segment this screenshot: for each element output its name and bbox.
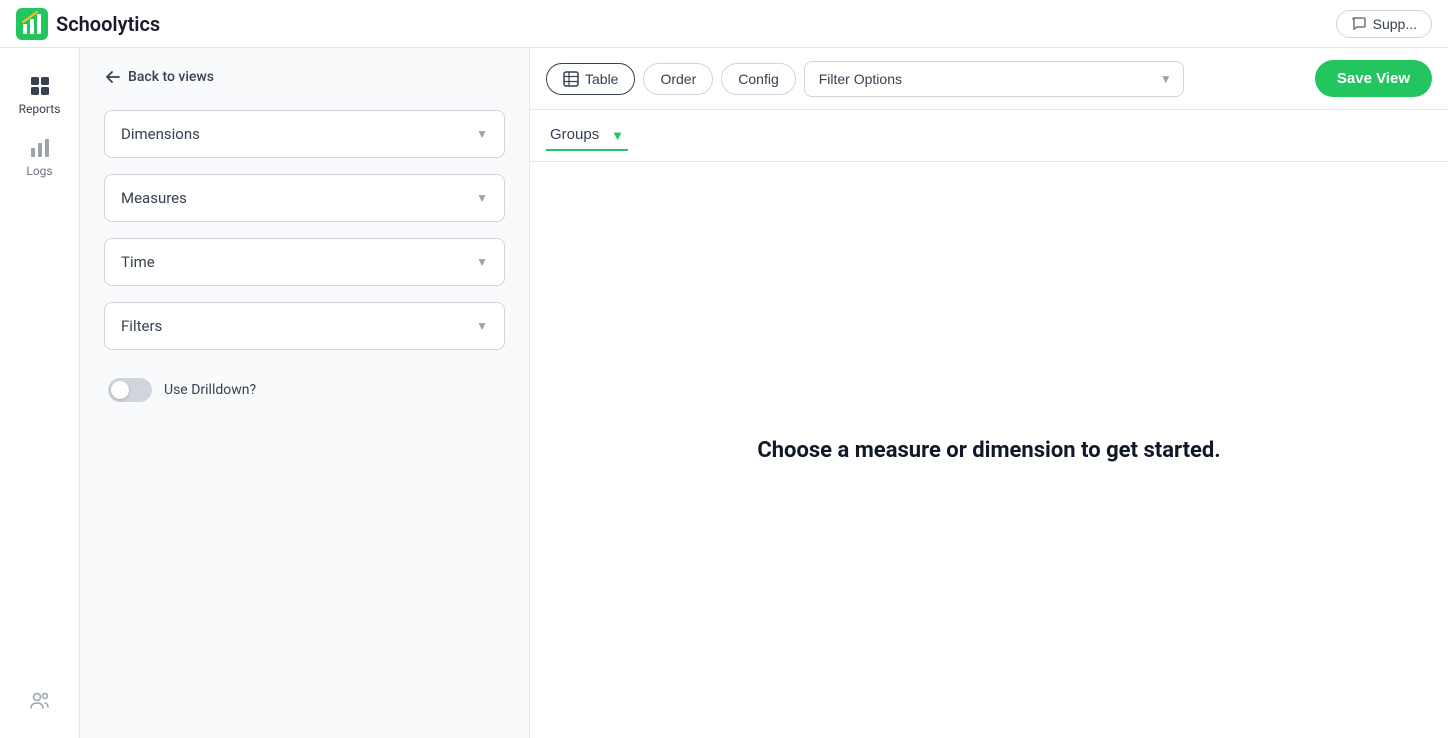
toolbar: Table Order Config Filter Options ▼ Save… [530, 48, 1448, 110]
sidebar-item-reports[interactable]: Reports [4, 64, 76, 126]
grid-icon [28, 74, 52, 98]
logo-text: Schoolytics [56, 12, 160, 36]
groups-select[interactable]: Groups [546, 120, 628, 151]
measures-chevron: ▼ [476, 191, 488, 205]
filter-options-wrapper: Filter Options ▼ [804, 61, 1184, 97]
time-label: Time [121, 253, 155, 271]
tab-order-label: Order [660, 71, 696, 87]
sidebar-item-users[interactable] [4, 678, 76, 722]
back-link-label: Back to views [128, 69, 214, 85]
tab-config[interactable]: Config [721, 63, 795, 95]
right-panel: Table Order Config Filter Options ▼ Save… [530, 48, 1448, 738]
empty-state: Choose a measure or dimension to get sta… [530, 162, 1448, 738]
filters-label: Filters [121, 317, 162, 335]
table-icon [563, 71, 579, 87]
dimensions-dropdown[interactable]: Dimensions ▼ [104, 110, 505, 158]
dimensions-label: Dimensions [121, 125, 200, 143]
drilldown-toggle[interactable] [108, 378, 152, 402]
arrow-left-icon [104, 68, 122, 86]
sidebar-item-reports-label: Reports [19, 102, 61, 116]
top-nav: Schoolytics Supp... [0, 0, 1448, 48]
groups-select-wrapper: Groups ▼ [546, 120, 628, 151]
save-view-button[interactable]: Save View [1315, 60, 1432, 97]
filters-chevron: ▼ [476, 319, 488, 333]
time-chevron: ▼ [476, 255, 488, 269]
filters-dropdown[interactable]: Filters ▼ [104, 302, 505, 350]
support-label: Supp... [1373, 16, 1417, 32]
tab-order[interactable]: Order [643, 63, 713, 95]
sidebar-item-logs[interactable]: Logs [4, 126, 76, 188]
back-to-views-link[interactable]: Back to views [104, 68, 505, 86]
time-dropdown[interactable]: Time ▼ [104, 238, 505, 286]
content-area: Groups ▼ Choose a measure or dimension t… [530, 110, 1448, 738]
measures-label: Measures [121, 189, 187, 207]
filter-options-select[interactable]: Filter Options [804, 61, 1184, 97]
sidebar-item-logs-label: Logs [26, 164, 52, 178]
main-layout: Reports Logs [0, 48, 1448, 738]
users-icon [28, 688, 52, 712]
drilldown-label: Use Drilldown? [164, 382, 256, 398]
support-button[interactable]: Supp... [1336, 10, 1432, 38]
groups-bar: Groups ▼ [530, 110, 1448, 162]
sidebar: Reports Logs [0, 48, 80, 738]
dimensions-chevron: ▼ [476, 127, 488, 141]
measures-dropdown[interactable]: Measures ▼ [104, 174, 505, 222]
empty-state-text: Choose a measure or dimension to get sta… [757, 438, 1220, 463]
tab-config-label: Config [738, 71, 778, 87]
tab-table[interactable]: Table [546, 63, 635, 95]
logo-icon [16, 8, 48, 40]
drilldown-row: Use Drilldown? [104, 366, 505, 414]
chat-icon [1351, 16, 1367, 32]
tab-table-label: Table [585, 71, 618, 87]
left-panel: Back to views Dimensions ▼ Measures ▼ Ti… [80, 48, 530, 738]
chart-icon [28, 136, 52, 160]
logo-area: Schoolytics [16, 8, 160, 40]
